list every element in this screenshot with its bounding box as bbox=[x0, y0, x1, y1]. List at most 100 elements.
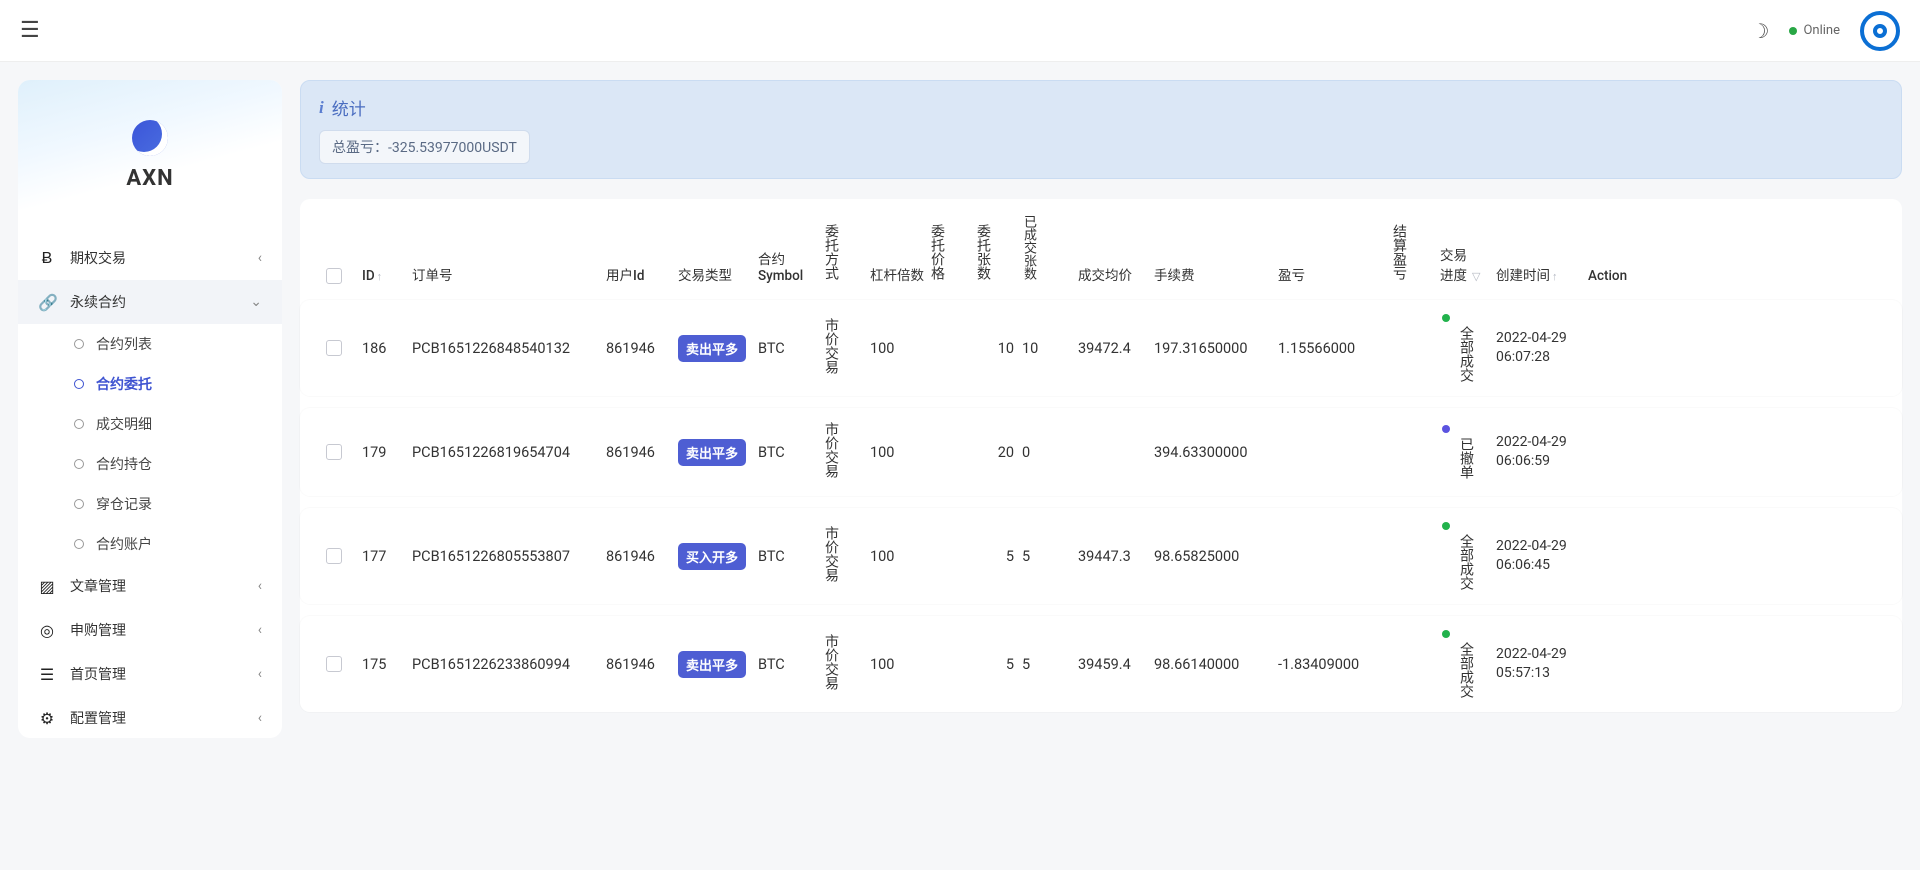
sidebar-item-homepage[interactable]: ☰ 首页管理 ‹ bbox=[18, 652, 282, 696]
sidebar-item-article[interactable]: ▨ 文章管理 ‹ bbox=[18, 564, 282, 608]
cell-user-id: 861946 bbox=[606, 548, 674, 565]
cell-progress: 全部成交 bbox=[1440, 630, 1492, 698]
status-badge: Online bbox=[1789, 23, 1840, 38]
cell-progress: 全部成交 bbox=[1440, 314, 1492, 382]
col-deal-qty[interactable]: 已成交张数 bbox=[1022, 215, 1074, 284]
chevron-left-icon: ‹ bbox=[258, 578, 262, 594]
sidebar-item-options[interactable]: Ƀ 期权交易 ‹ bbox=[18, 236, 282, 280]
table-header: ID↑ 订单号 用户Id 交易类型 合约Symbol 委托方式 杠杆倍数 委托价… bbox=[300, 199, 1902, 300]
sidebar-subitem-contract-orders[interactable]: 合约委托 bbox=[18, 364, 282, 404]
sidebar-subitem-label: 合约列表 bbox=[96, 334, 152, 354]
chevron-left-icon: ‹ bbox=[258, 622, 262, 638]
col-created[interactable]: 创建时间↑ bbox=[1496, 264, 1584, 284]
progress-dot-icon bbox=[1442, 314, 1450, 322]
cell-created: 2022-04-2906:07:28 bbox=[1496, 329, 1584, 367]
sort-asc-icon: ↑ bbox=[1552, 270, 1558, 283]
col-user-id[interactable]: 用户Id bbox=[606, 264, 674, 284]
row-checkbox[interactable] bbox=[326, 444, 342, 460]
cell-leverage: 100 bbox=[870, 548, 926, 565]
filter-icon[interactable]: ▽ bbox=[1472, 270, 1480, 283]
col-pnl[interactable]: 盈亏 bbox=[1278, 264, 1388, 284]
table-body: 186PCB1651226848540132861946卖出平多BTC市价交易1… bbox=[300, 300, 1902, 712]
cell-avg-price: 39472.4 bbox=[1078, 340, 1150, 357]
sidebar-subitem-contract-account[interactable]: 合约账户 bbox=[18, 524, 282, 564]
col-progress[interactable]: 交易进度▽ bbox=[1440, 244, 1492, 284]
cell-fee: 394.63300000 bbox=[1154, 444, 1274, 461]
col-entrust-qty[interactable]: 委托张数 bbox=[976, 224, 1018, 284]
cell-order-no: PCB1651226819654704 bbox=[412, 444, 602, 461]
col-leverage[interactable]: 杠杆倍数 bbox=[870, 264, 926, 284]
col-trade-type[interactable]: 交易类型 bbox=[678, 264, 754, 284]
cell-user-id: 861946 bbox=[606, 656, 674, 673]
stats-chip-value: -325.53977000USDT bbox=[388, 140, 517, 156]
cell-user-id: 861946 bbox=[606, 444, 674, 461]
col-entrust-price[interactable]: 委托价格 bbox=[930, 224, 972, 284]
col-fee[interactable]: 手续费 bbox=[1154, 264, 1274, 284]
progress-dot-icon bbox=[1442, 522, 1450, 530]
bitcoin-icon: Ƀ bbox=[38, 248, 56, 268]
row-checkbox[interactable] bbox=[326, 340, 342, 356]
sidebar-subitem-positions[interactable]: 合约持仓 bbox=[18, 444, 282, 484]
sidebar-submenu-perpetual: 合约列表 合约委托 成交明细 合约持仓 bbox=[18, 324, 282, 564]
row-checkbox[interactable] bbox=[326, 548, 342, 564]
cell-symbol: BTC bbox=[758, 656, 820, 673]
sort-asc-icon: ↑ bbox=[377, 270, 383, 283]
table-row: 175PCB1651226233860994861946卖出平多BTC市价交易1… bbox=[300, 616, 1902, 712]
bullet-icon bbox=[74, 339, 84, 349]
col-settle-pnl[interactable]: 结算盈亏 bbox=[1392, 224, 1436, 284]
stats-title: 统计 bbox=[332, 95, 366, 120]
col-symbol[interactable]: 合约Symbol bbox=[758, 248, 820, 284]
sidebar-subitem-liquidation[interactable]: 穿仓记录 bbox=[18, 484, 282, 524]
avatar[interactable] bbox=[1860, 11, 1900, 51]
cell-pnl: -1.83409000 bbox=[1278, 656, 1388, 673]
dark-mode-icon[interactable]: ☽ bbox=[1752, 19, 1770, 43]
brand-name: AXN bbox=[126, 166, 173, 191]
card-icon: ▨ bbox=[38, 577, 56, 596]
hamburger-icon[interactable]: ☰ bbox=[20, 18, 40, 43]
cell-id: 175 bbox=[362, 656, 408, 673]
cell-leverage: 100 bbox=[870, 656, 926, 673]
cell-leverage: 100 bbox=[870, 444, 926, 461]
col-order-no[interactable]: 订单号 bbox=[412, 264, 602, 284]
sidebar-item-label: 期权交易 bbox=[70, 248, 126, 268]
sidebar-item-perpetual[interactable]: 🔗 永续合约 ⌄ bbox=[18, 280, 282, 324]
sidebar-subitem-contract-list[interactable]: 合约列表 bbox=[18, 324, 282, 364]
stats-chip-label: 总盈亏： bbox=[332, 140, 388, 156]
col-action: Action bbox=[1588, 268, 1648, 284]
life-ring-icon: ◎ bbox=[38, 621, 56, 640]
select-all-checkbox[interactable] bbox=[326, 268, 342, 284]
sidebar-subitem-label: 合约持仓 bbox=[96, 454, 152, 474]
chevron-down-icon: ⌄ bbox=[250, 294, 262, 310]
col-avg-price[interactable]: 成交均价 bbox=[1078, 264, 1150, 284]
orders-table: ID↑ 订单号 用户Id 交易类型 合约Symbol 委托方式 杠杆倍数 委托价… bbox=[300, 199, 1902, 712]
cell-order-method: 市价交易 bbox=[824, 526, 866, 586]
row-checkbox[interactable] bbox=[326, 656, 342, 672]
bullet-icon bbox=[74, 419, 84, 429]
cell-trade-type: 卖出平多 bbox=[678, 651, 754, 678]
cell-created: 2022-04-2906:06:59 bbox=[1496, 433, 1584, 471]
cell-id: 186 bbox=[362, 340, 408, 357]
cell-order-no: PCB1651226233860994 bbox=[412, 656, 602, 673]
topbar: ☰ ☽ Online bbox=[0, 0, 1920, 62]
sidebar-item-config[interactable]: ⚙ 配置管理 ‹ bbox=[18, 696, 282, 732]
sidebar-item-purchase[interactable]: ◎ 申购管理 ‹ bbox=[18, 608, 282, 652]
col-id[interactable]: ID↑ bbox=[362, 268, 408, 284]
brand-logo-icon bbox=[132, 120, 168, 156]
cell-progress: 全部成交 bbox=[1440, 522, 1492, 590]
cell-trade-type: 买入开多 bbox=[678, 543, 754, 570]
sidebar-item-label: 申购管理 bbox=[70, 620, 126, 640]
sidebar-subitem-label: 合约账户 bbox=[96, 534, 152, 554]
cell-order-no: PCB1651226805553807 bbox=[412, 548, 602, 565]
power-icon bbox=[1873, 24, 1887, 38]
col-order-method[interactable]: 委托方式 bbox=[824, 224, 866, 284]
sidebar-subitem-label: 穿仓记录 bbox=[96, 494, 152, 514]
cell-order-method: 市价交易 bbox=[824, 422, 866, 482]
cell-created: 2022-04-2906:06:45 bbox=[1496, 537, 1584, 575]
chevron-left-icon: ‹ bbox=[258, 250, 262, 266]
cell-order-no: PCB1651226848540132 bbox=[412, 340, 602, 357]
stats-card: i 统计 总盈亏：-325.53977000USDT bbox=[300, 80, 1902, 179]
sidebar-item-label: 永续合约 bbox=[70, 292, 126, 312]
sidebar-subitem-deal-detail[interactable]: 成交明细 bbox=[18, 404, 282, 444]
cell-entrust-qty: 5 bbox=[976, 548, 1018, 565]
bullet-icon bbox=[74, 539, 84, 549]
